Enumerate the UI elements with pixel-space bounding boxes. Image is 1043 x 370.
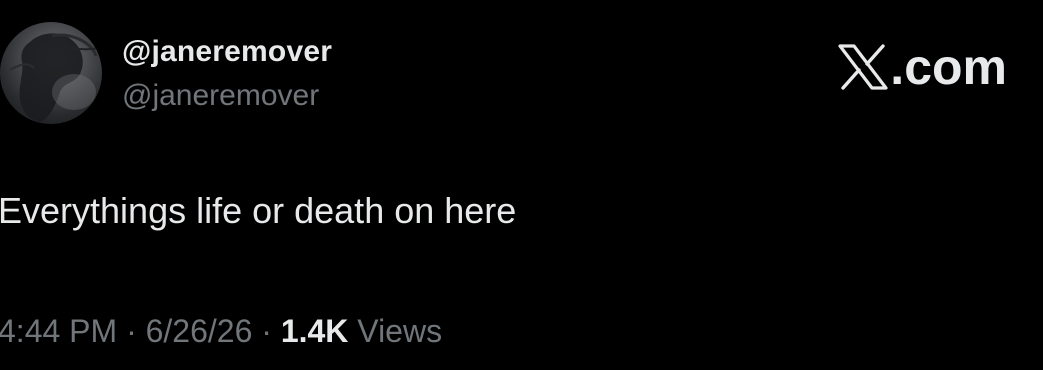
author-handle[interactable]: @janeremover: [122, 79, 319, 113]
views-count[interactable]: 1.4K: [281, 313, 349, 349]
tweet-text: Everythings life or death on here: [0, 190, 517, 231]
author-display-name[interactable]: @janeremover: [122, 35, 332, 69]
avatar-photo: [9, 33, 99, 122]
tweet-meta: 4:44 PM · 6/26/26 · 1.4K Views: [0, 313, 442, 350]
brand-domain-text: .com: [890, 39, 1007, 95]
meta-separator: ·: [117, 313, 146, 349]
meta-separator: ·: [252, 313, 281, 349]
tweet-time[interactable]: 4:44 PM: [0, 313, 117, 349]
brand-watermark: .com: [838, 38, 1007, 96]
tweet-date[interactable]: 6/26/26: [146, 313, 253, 349]
views-label: Views: [348, 313, 443, 349]
avatar[interactable]: [0, 22, 102, 124]
x-logo-icon: [838, 44, 888, 90]
